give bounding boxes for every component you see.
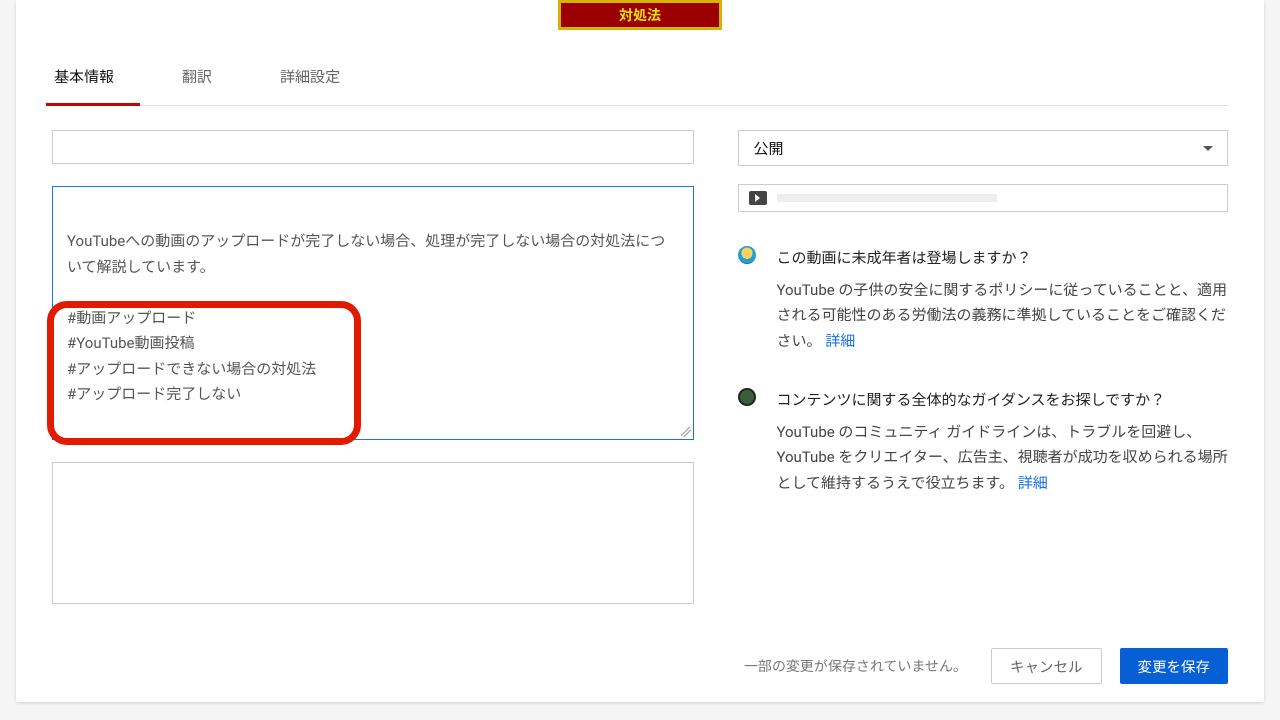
privacy-selected-label: 公開 bbox=[753, 138, 783, 159]
title-input[interactable] bbox=[52, 130, 694, 164]
minors-question: この動画に未成年者は登場しますか？ bbox=[776, 246, 1228, 272]
tab-translations[interactable]: 翻訳 bbox=[180, 58, 214, 105]
tab-label: 基本情報 bbox=[54, 68, 114, 86]
tab-label: 詳細設定 bbox=[280, 68, 340, 86]
guidance-body: YouTube のコミュニティ ガイドラインは、トラブルを回避し、YouTube… bbox=[776, 423, 1227, 492]
guidance-more-link[interactable]: 詳細 bbox=[1018, 474, 1048, 492]
tab-basic-info[interactable]: 基本情報 bbox=[52, 58, 116, 105]
cancel-button-label: キャンセル bbox=[1010, 656, 1083, 677]
save-button[interactable]: 変更を保存 bbox=[1120, 648, 1229, 684]
guidance-info: コンテンツに関する全体的なガイダンスをお探しですか？ YouTube のコミュニ… bbox=[738, 388, 1228, 496]
tab-label: 翻訳 bbox=[182, 68, 212, 86]
minors-more-link[interactable]: 詳細 bbox=[825, 332, 855, 350]
guidance-question: コンテンツに関する全体的なガイダンスをお探しですか？ bbox=[776, 388, 1228, 414]
video-thumbnail-text: 対処法 bbox=[619, 5, 661, 25]
globe-icon bbox=[738, 388, 756, 406]
unsaved-changes-label: 一部の変更が保存されていません。 bbox=[744, 656, 967, 676]
save-button-label: 変更を保存 bbox=[1138, 656, 1211, 677]
tab-advanced[interactable]: 詳細設定 bbox=[278, 58, 342, 105]
description-textarea[interactable] bbox=[53, 187, 693, 439]
tab-bar: 基本情報 翻訳 詳細設定 bbox=[52, 58, 1228, 106]
chevron-down-icon bbox=[1203, 146, 1213, 151]
tags-box[interactable] bbox=[52, 462, 694, 604]
minors-info: この動画に未成年者は登場しますか？ YouTube の子供の安全に関するポリシー… bbox=[738, 246, 1228, 354]
privacy-select[interactable]: 公開 bbox=[738, 130, 1228, 166]
description-field-wrap bbox=[52, 186, 694, 440]
resize-handle-icon[interactable] bbox=[681, 427, 691, 437]
shield-icon bbox=[738, 246, 756, 264]
share-url-placeholder bbox=[777, 194, 997, 202]
share-link-box[interactable] bbox=[738, 184, 1228, 212]
footer-bar: 一部の変更が保存されていません。 キャンセル 変更を保存 bbox=[52, 648, 1228, 684]
cancel-button[interactable]: キャンセル bbox=[991, 648, 1102, 684]
video-icon bbox=[749, 191, 767, 205]
video-thumbnail: 対処法 bbox=[558, 0, 722, 30]
